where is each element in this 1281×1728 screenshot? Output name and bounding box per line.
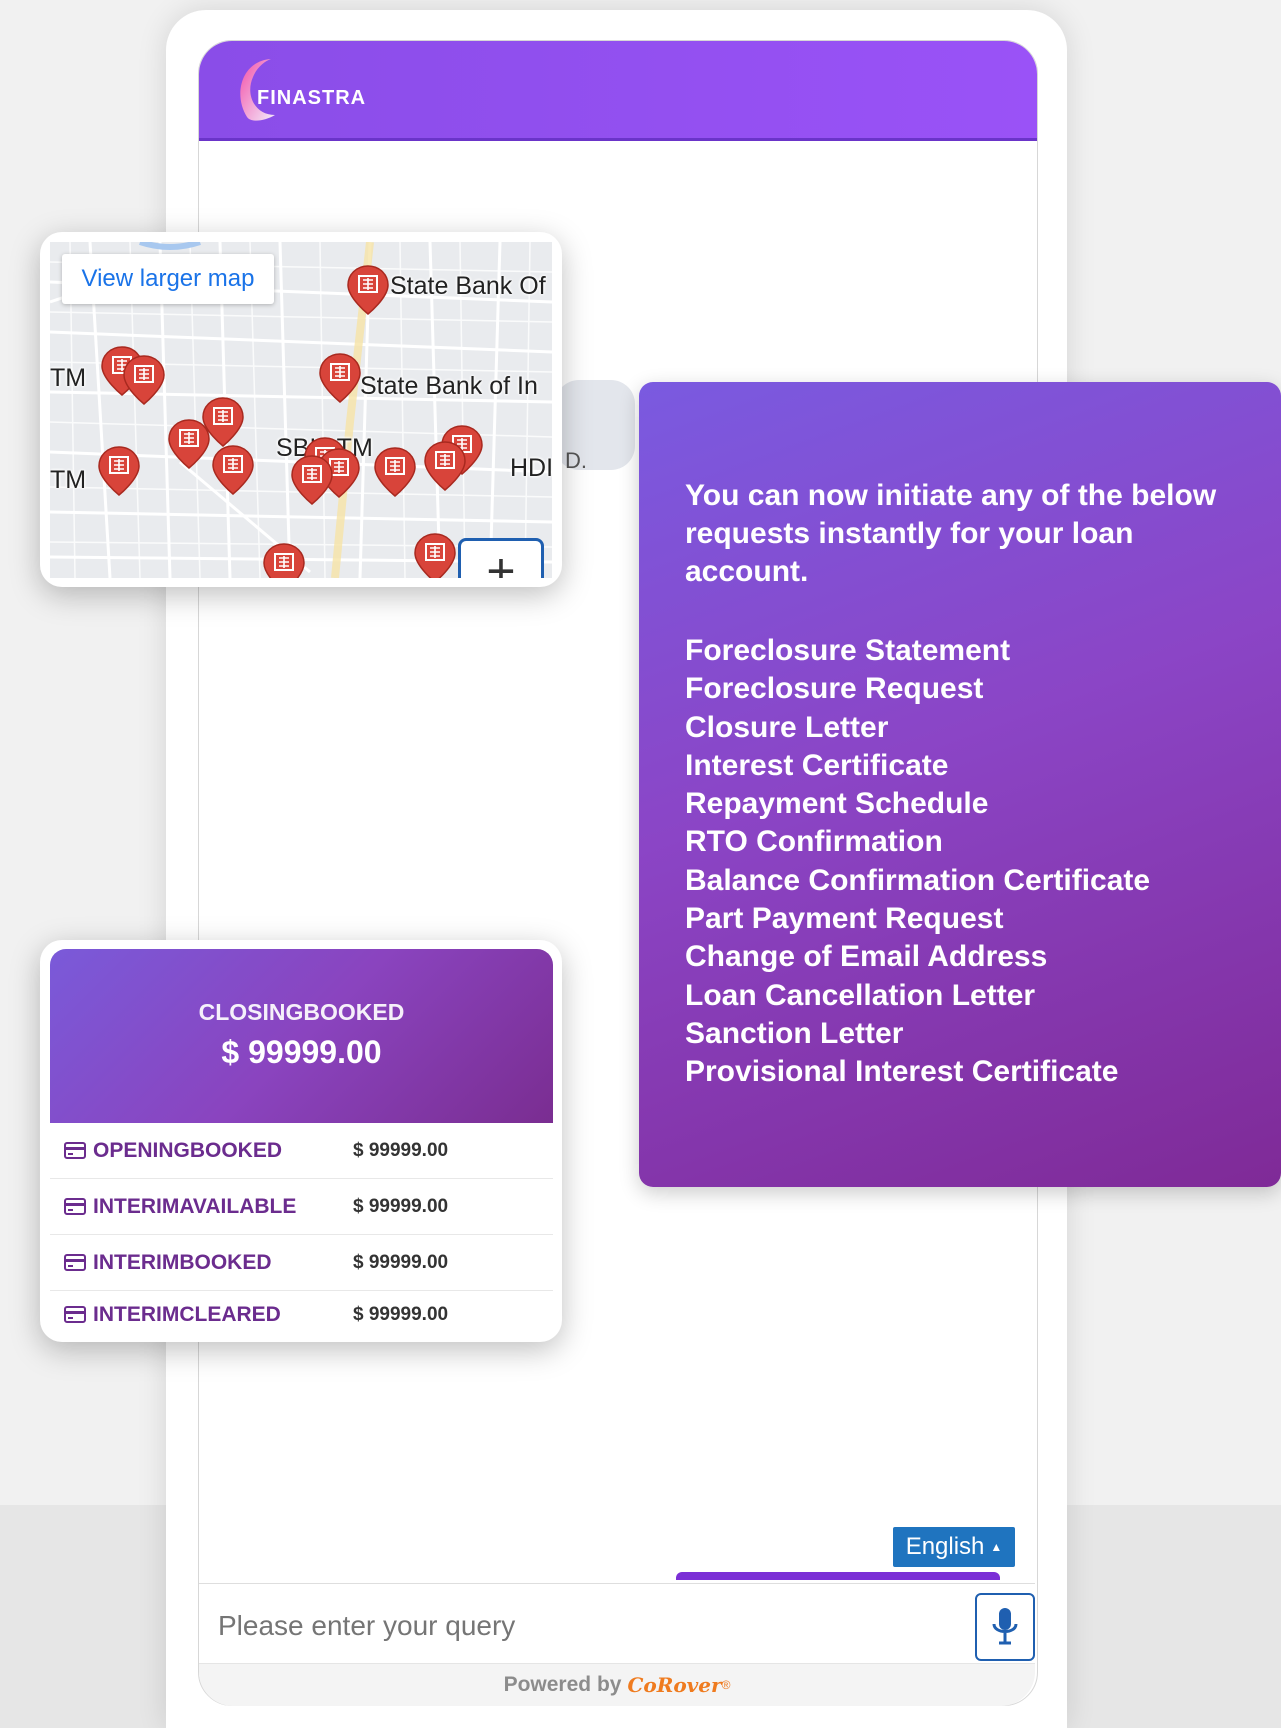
loan-requests-list: Foreclosure Statement Foreclosure Reques… [685,632,1245,1092]
balance-row: OPENINGBOOKED $ 99999.00 [50,1123,553,1179]
map-card: View larger map State Bank Of State Bank… [40,232,562,587]
bank-marker-icon [424,441,466,491]
chat-bubble-partial-text: D. [565,448,587,473]
balance-card-header: CLOSINGBOOKED $ 99999.00 [50,949,553,1123]
request-option[interactable]: Closure Letter [685,709,1245,747]
bank-marker-icon [291,455,333,505]
brand-name: FINASTRA [257,87,367,109]
map-view[interactable]: View larger map State Bank Of State Bank… [50,242,552,578]
powered-by-footer: Powered by CoRover ® [199,1663,1035,1706]
balance-row-value: $ 99999.00 [353,1139,449,1161]
bank-marker-icon [263,543,305,578]
request-option[interactable]: RTO Confirmation [685,823,1245,861]
balance-card: CLOSINGBOOKED $ 99999.00 OPENINGBOOKED $… [40,940,562,1342]
map-zoom-in-button[interactable]: + [458,538,544,578]
balance-row: INTERIMBOOKED $ 99999.00 [50,1235,553,1291]
request-option[interactable]: Sanction Letter [685,1015,1245,1053]
query-input[interactable] [216,1605,960,1647]
registered-mark: ® [721,1678,731,1692]
balance-title: CLOSINGBOOKED [198,999,405,1025]
balance-row-value: $ 99999.00 [353,1251,449,1273]
bank-marker-icon [168,419,210,469]
language-selector[interactable]: English ▲ [893,1527,1015,1567]
request-option[interactable]: Change of Email Address [685,938,1245,976]
credit-card-icon [64,1142,88,1159]
credit-card-icon [64,1306,88,1323]
request-option[interactable]: Foreclosure Statement [685,632,1245,670]
request-option[interactable]: Provisional Interest Certificate [685,1053,1245,1091]
microphone-icon [992,1608,1018,1645]
bank-marker-icon [319,353,361,403]
balance-amount: $ 99999.00 [221,1034,382,1070]
suggestion-bar [676,1572,1000,1580]
loan-requests-intro: You can now initiate any of the below re… [685,479,1217,588]
language-label: English [905,1533,985,1560]
bank-marker-icon [374,447,416,497]
request-option[interactable]: Interest Certificate [685,747,1245,785]
bank-marker-icon [414,533,456,578]
request-option[interactable]: Loan Cancellation Letter [685,977,1245,1015]
credit-card-icon [64,1254,88,1271]
request-option[interactable]: Part Payment Request [685,900,1245,938]
bank-marker-icon [212,445,254,495]
caret-up-icon: ▲ [990,1540,1003,1554]
finastra-logo: FINASTRA [231,55,391,125]
chat-header: FINASTRA [199,41,1037,141]
balance-row-label: INTERIMCLEARED [93,1302,281,1326]
request-option[interactable]: Balance Confirmation Certificate [685,862,1245,900]
balance-row: INTERIMCLEARED $ 99999.00 [50,1287,553,1342]
credit-card-icon [64,1198,88,1215]
balance-row-label: INTERIMAVAILABLE [93,1194,297,1218]
balance-row-value: $ 99999.00 [353,1195,449,1217]
bank-marker-icon [98,446,140,496]
bank-marker-icon [347,265,389,315]
balance-row-label: INTERIMBOOKED [93,1250,272,1274]
balance-row: INTERIMAVAILABLE $ 99999.00 [50,1179,553,1235]
balance-row-label: OPENINGBOOKED [93,1138,283,1162]
map-markers [98,265,483,578]
bank-marker-icon [123,355,165,405]
request-option[interactable]: Repayment Schedule [685,785,1245,823]
balance-row-value: $ 99999.00 [353,1303,449,1325]
powered-by-label: Powered by [503,1673,622,1696]
corover-logo[interactable]: CoRover [627,1673,721,1697]
request-option[interactable]: Foreclosure Request [685,670,1245,708]
mic-button[interactable] [975,1593,1035,1661]
